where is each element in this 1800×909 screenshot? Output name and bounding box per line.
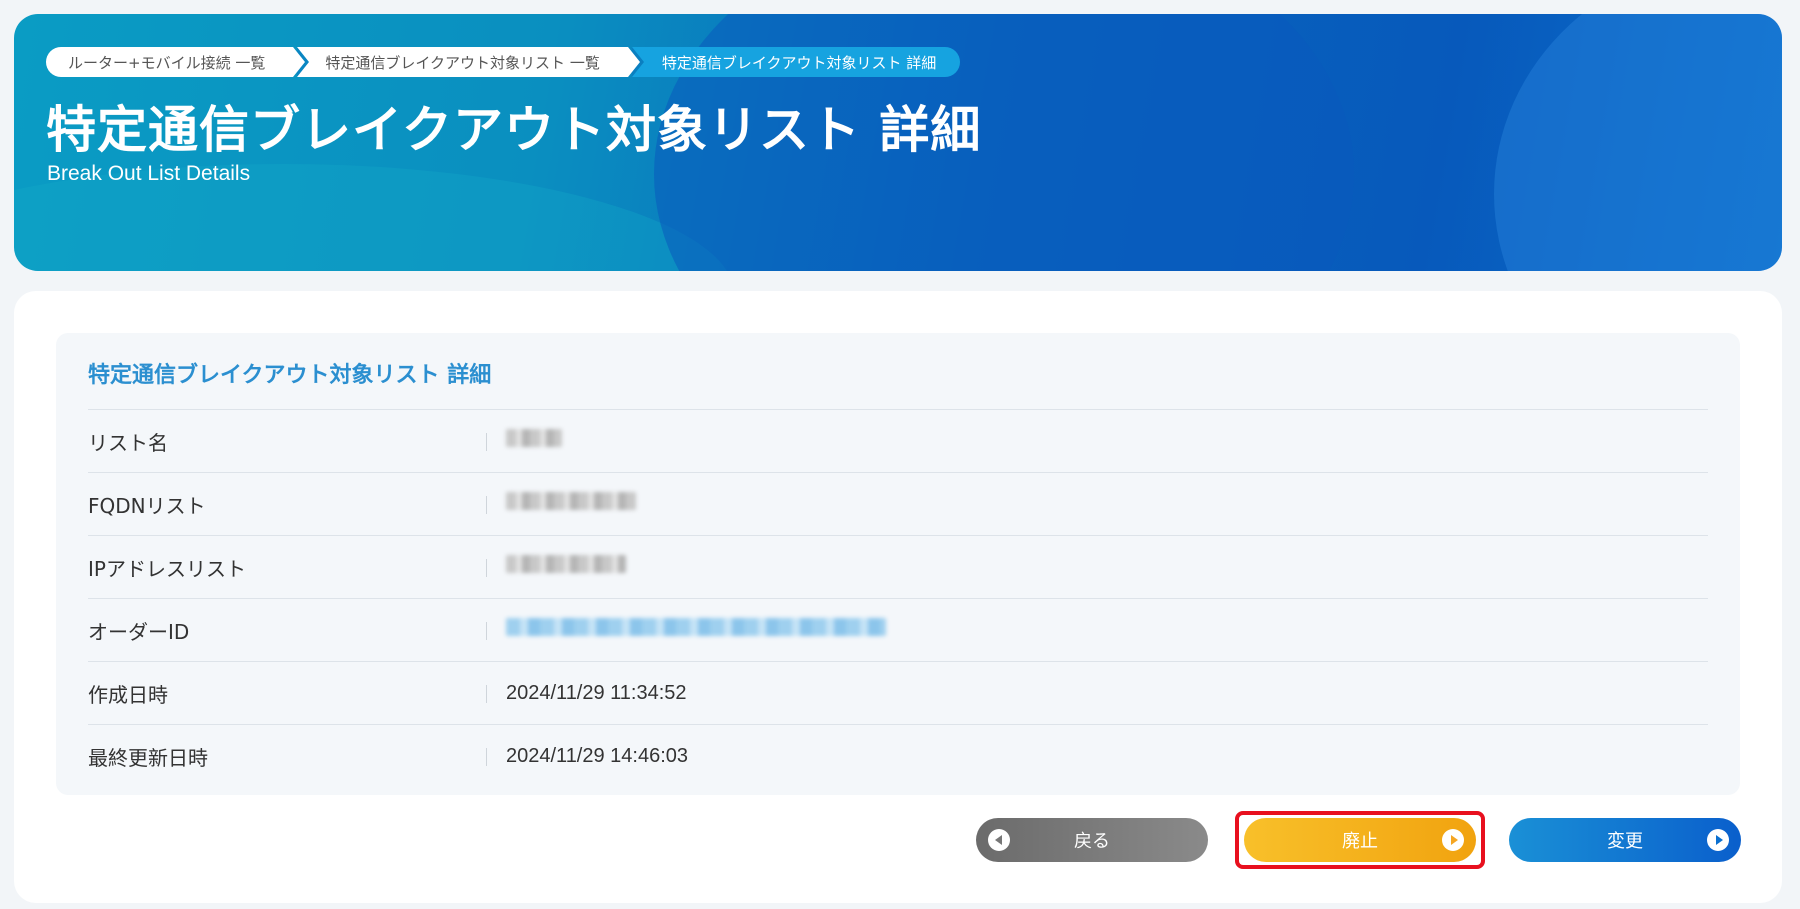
detail-row-label: 作成日時: [88, 682, 168, 707]
arrow-left-icon: [988, 829, 1010, 851]
page-header-banner: ルーター+モバイル接続 一覧 特定通信ブレイクアウト対象リスト 一覧 特定通信ブ…: [14, 14, 1782, 271]
detail-row-ip-address-list: IPアドレスリスト: [88, 535, 1708, 598]
detail-row-fqdn-list: FQDNリスト: [88, 472, 1708, 535]
page-subtitle: Break Out List Details: [47, 162, 251, 185]
breadcrumb: ルーター+モバイル接続 一覧 特定通信ブレイクアウト対象リスト 一覧 特定通信ブ…: [46, 47, 961, 77]
detail-row-label: FQDNリスト: [88, 493, 206, 518]
redacted-value: [506, 429, 562, 447]
divider: [486, 433, 487, 451]
detail-row-created-at: 作成日時 2024/11/29 11:34:52: [88, 661, 1708, 724]
redacted-value[interactable]: [506, 618, 886, 636]
abolish-button-label: 廃止: [1342, 831, 1378, 852]
change-button-label: 変更: [1607, 831, 1643, 852]
abolish-button[interactable]: 廃止: [1244, 818, 1476, 862]
detail-row-list-name: リスト名: [88, 409, 1708, 472]
detail-row-value-redacted: [486, 429, 562, 453]
divider: [486, 685, 487, 703]
detail-row-order-id: オーダーID: [88, 598, 1708, 661]
detail-panel: 特定通信ブレイクアウト対象リスト 詳細 リスト名 FQDNリスト IPアドレスリ…: [56, 333, 1740, 795]
redacted-value: [506, 492, 636, 510]
divider: [486, 622, 487, 640]
banner-decoration: [1494, 14, 1782, 271]
divider: [486, 748, 487, 766]
detail-row-label: オーダーID: [88, 619, 190, 644]
breadcrumb-item-current: 特定通信ブレイクアウト対象リスト 詳細: [631, 47, 961, 77]
detail-row-value: 2024/11/29 14:46:03: [506, 744, 689, 767]
detail-row-updated-at: 最終更新日時 2024/11/29 14:46:03: [88, 724, 1708, 787]
detail-row-value: 2024/11/29 11:34:52: [506, 681, 687, 704]
detail-row-label: リスト名: [88, 430, 168, 455]
redacted-value: [506, 555, 626, 573]
detail-row-label: IPアドレスリスト: [88, 556, 246, 581]
page-title: 特定通信ブレイクアウト対象リスト 詳細: [46, 101, 982, 159]
divider: [486, 559, 487, 577]
detail-list: リスト名 FQDNリスト IPアドレスリスト オーダーID 作成日時 2024/…: [88, 409, 1708, 787]
change-button[interactable]: 変更: [1509, 818, 1741, 862]
detail-row-value-redacted: [486, 492, 636, 516]
detail-panel-title: 特定通信ブレイクアウト対象リスト 詳細: [88, 363, 492, 388]
divider: [486, 496, 487, 514]
arrow-right-icon: [1707, 829, 1729, 851]
breadcrumb-item-router-mobile-list[interactable]: ルーター+モバイル接続 一覧: [46, 47, 306, 77]
detail-row-value-link-redacted[interactable]: [486, 618, 886, 642]
back-button-label: 戻る: [1074, 831, 1110, 852]
back-button[interactable]: 戻る: [976, 818, 1208, 862]
arrow-right-icon: [1442, 829, 1464, 851]
breadcrumb-item-breakout-list[interactable]: 特定通信ブレイクアウト対象リスト 一覧: [297, 47, 641, 77]
detail-row-label: 最終更新日時: [88, 745, 208, 770]
main-card: 特定通信ブレイクアウト対象リスト 詳細 リスト名 FQDNリスト IPアドレスリ…: [14, 291, 1782, 903]
detail-row-value-redacted: [486, 555, 626, 579]
